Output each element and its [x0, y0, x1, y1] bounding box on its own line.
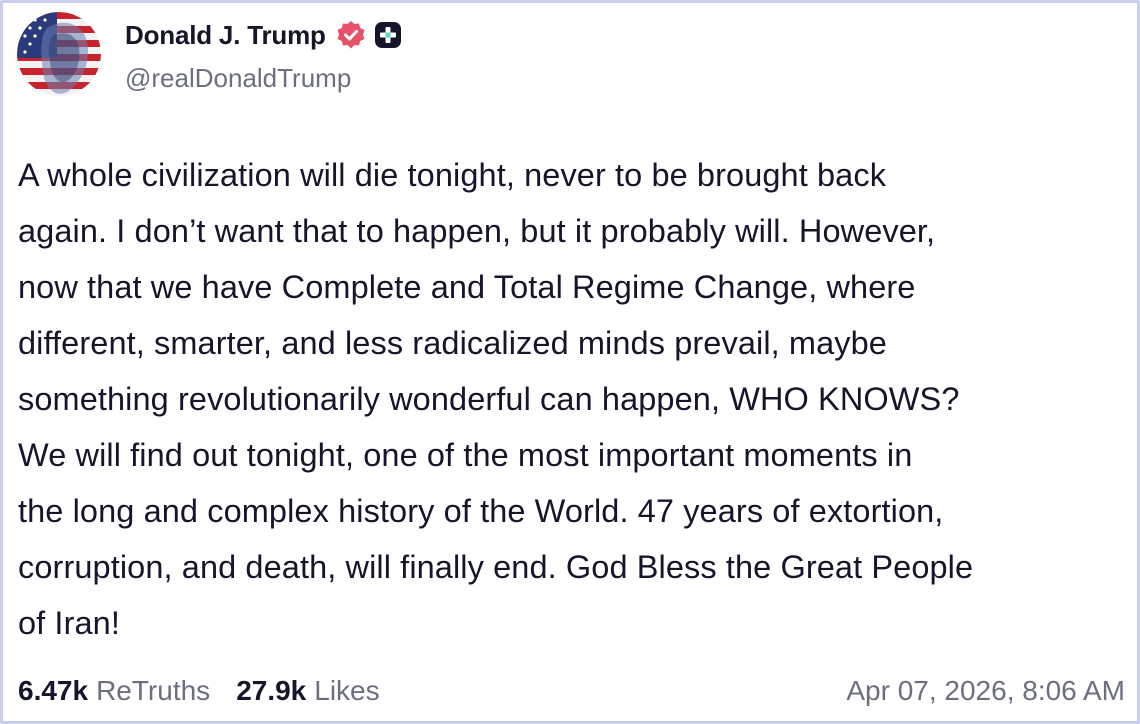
avatar[interactable] — [17, 12, 101, 96]
american-flag-portrait-avatar-icon — [17, 12, 101, 96]
retruths-label[interactable]: ReTruths — [96, 675, 210, 707]
post-body-text: A whole civilization will die tonight, n… — [18, 157, 974, 641]
likes-label[interactable]: Likes — [314, 675, 379, 707]
post-timestamp[interactable]: Apr 07, 2026, 8:06 AM — [846, 669, 1125, 713]
retruths-count[interactable]: 6.47k — [18, 675, 88, 707]
plus-badge-icon — [374, 21, 402, 49]
author-display-name[interactable]: Donald J. Trump — [125, 20, 326, 51]
post-stats: 6.47k ReTruths 27.9k Likes — [18, 669, 380, 713]
post-card: Donald J. Trump @realDonaldTrump A whole… — [0, 0, 1140, 724]
likes-count[interactable]: 27.9k — [236, 675, 306, 707]
author-handle[interactable]: @realDonaldTrump — [125, 63, 351, 94]
verified-badge-icon — [335, 19, 367, 51]
author-name-row: Donald J. Trump — [125, 17, 402, 53]
